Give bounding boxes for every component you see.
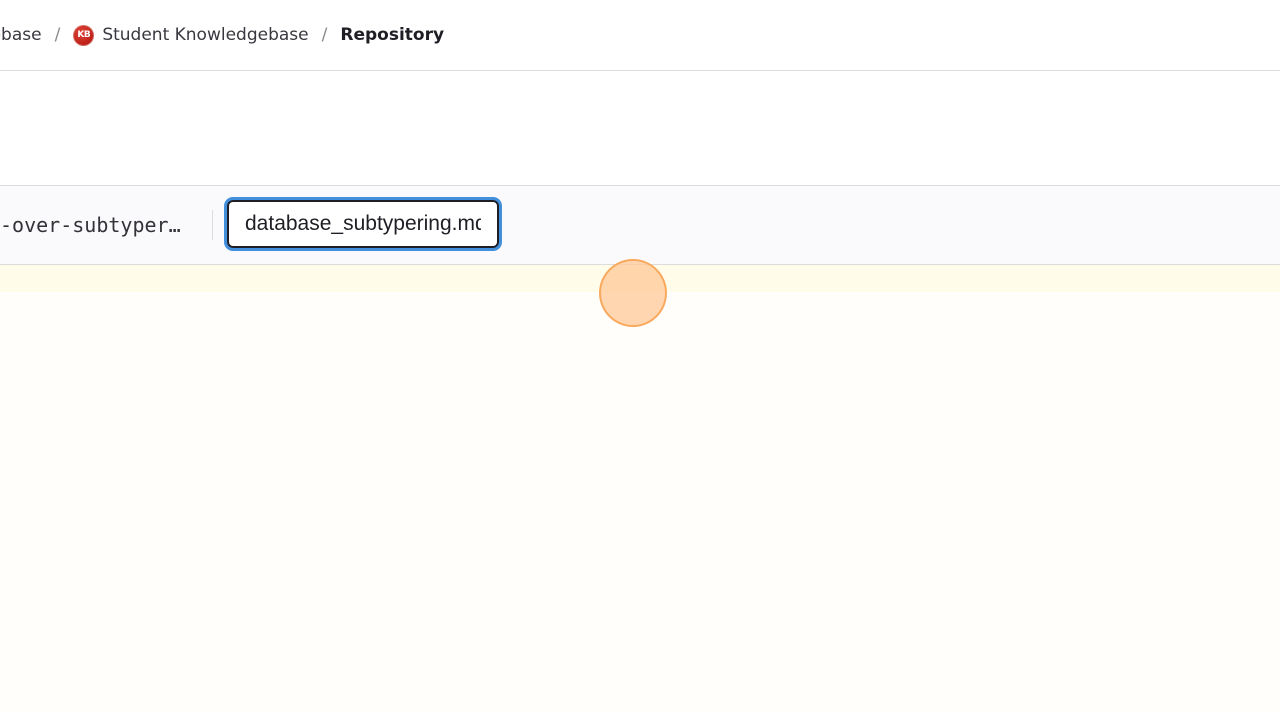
breadcrumb: dgebase / KB Student Knowledgebase / Rep…	[0, 22, 444, 48]
project-avatar-icon[interactable]: KB	[73, 24, 95, 46]
toolbar-divider	[212, 210, 213, 240]
editor-current-line[interactable]	[0, 265, 1280, 292]
breadcrumb-item-group[interactable]: dgebase	[0, 22, 42, 48]
branch-name[interactable]: -over-subtyper…	[0, 211, 186, 239]
editor-area[interactable]	[0, 265, 1280, 713]
file-toolbar: -over-subtyper…	[0, 186, 1280, 265]
page: dgebase / KB Student Knowledgebase / Rep…	[0, 0, 1280, 713]
file-name-input[interactable]	[225, 198, 501, 250]
top-bar: dgebase / KB Student Knowledgebase / Rep…	[0, 0, 1280, 71]
breadcrumb-separator: /	[54, 25, 61, 45]
breadcrumb-item-current[interactable]: Repository	[340, 22, 444, 48]
breadcrumb-item-project[interactable]: Student Knowledgebase	[102, 22, 308, 48]
header-spacer	[0, 71, 1280, 186]
breadcrumb-separator: /	[321, 25, 328, 45]
